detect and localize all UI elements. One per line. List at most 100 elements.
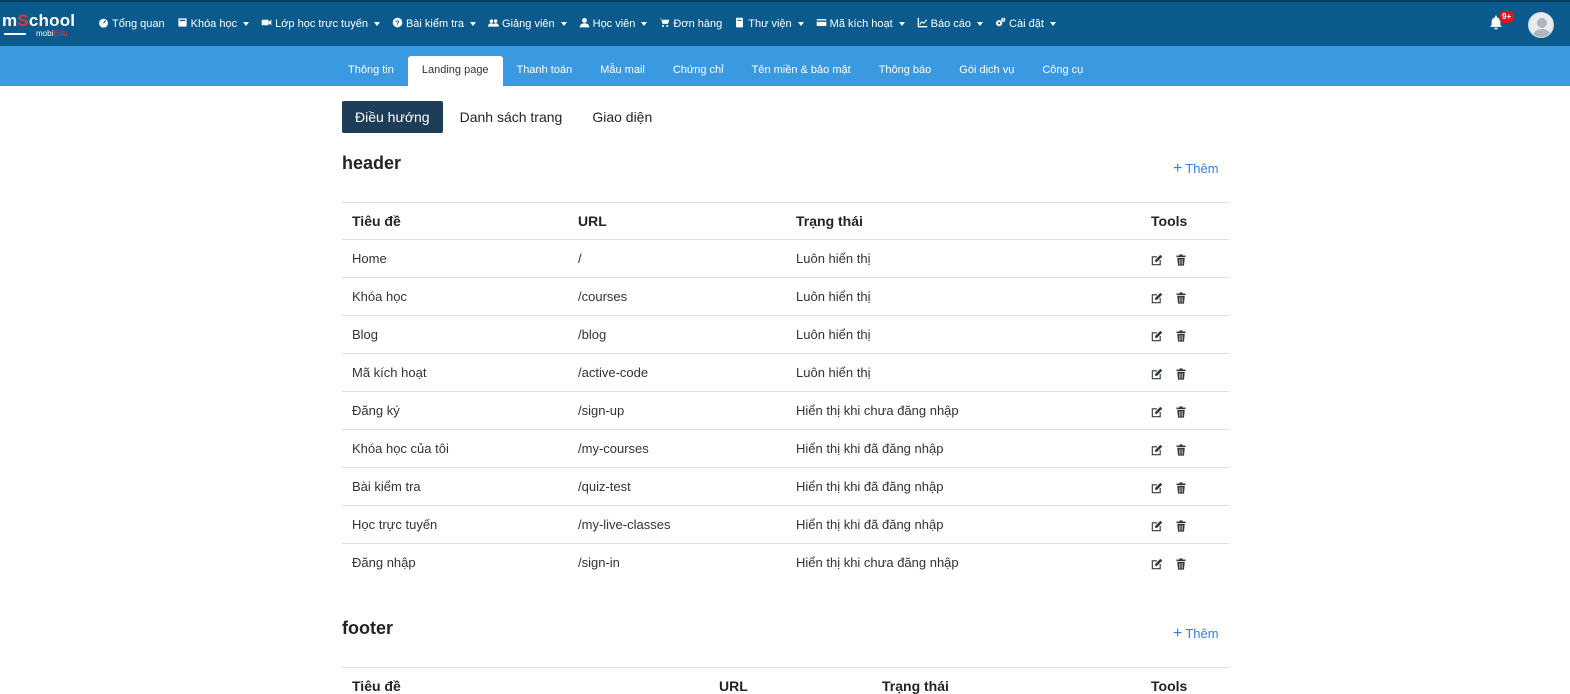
cell-tools: [1141, 277, 1230, 316]
edit-icon[interactable]: [1151, 482, 1163, 494]
nav-item-label: Báo cáo: [930, 18, 972, 30]
caret-down-icon: [977, 22, 984, 26]
settings-tab-2[interactable]: Thanh toán: [503, 56, 587, 86]
nav-item-label: Học viên: [592, 18, 636, 30]
edit-icon[interactable]: [1151, 444, 1163, 456]
cart-icon: [659, 17, 673, 31]
cell-tools: [1141, 353, 1230, 392]
cell-tools: [1141, 467, 1230, 506]
edit-icon[interactable]: [1151, 330, 1163, 342]
trash-icon[interactable]: [1175, 519, 1187, 532]
header-menu-table: Tiêu đề URL Trạng thái Tools Home / Luôn h…: [342, 202, 1230, 582]
edit-icon[interactable]: [1151, 520, 1163, 532]
trash-icon[interactable]: [1175, 558, 1187, 570]
settings-tab-3[interactable]: Mẫu mail: [586, 56, 659, 86]
cell-status: Luôn hiển thị: [786, 353, 1141, 392]
landing-subtabs: Điều hướng Danh sách trang Giao diện: [342, 101, 669, 133]
trash-icon[interactable]: [1175, 405, 1187, 418]
table-row: Đăng ký/sign-up Hiển thị khi chưa đăng nh…: [342, 391, 1230, 430]
footer-section-title: footer: [342, 618, 393, 638]
cell-tools: [1141, 429, 1230, 468]
cell-tools: [1141, 544, 1230, 582]
settings-tab-1[interactable]: Landing page: [407, 56, 503, 86]
trash-icon[interactable]: [1175, 443, 1187, 456]
cell-url: /courses: [568, 277, 786, 316]
cell-status: Hiển thị khi đã đăng nhập: [786, 467, 1141, 506]
nav-item-label: Tổng quan: [112, 18, 165, 30]
trash-icon[interactable]: [1175, 367, 1187, 380]
col-status: Trạng thái: [872, 667, 1141, 694]
settings-tab-4[interactable]: Chứng chỉ: [659, 56, 738, 86]
landing-subtab-0[interactable]: Điều hướng: [342, 101, 443, 133]
nav-item-2[interactable]: Lớp học trực tuyến: [261, 17, 380, 31]
main-menu: Tổng quan Khóa học Lớp học trực tuyến? Bài …: [98, 2, 1068, 46]
nav-item-5[interactable]: Học viên: [579, 17, 648, 31]
col-title: Tiêu đề: [342, 202, 568, 240]
nav-item-label: Cài đặt: [1009, 18, 1044, 30]
edit-icon[interactable]: [1151, 558, 1163, 570]
cell-title: Home: [342, 239, 568, 278]
question-circle-icon: ?: [392, 17, 406, 31]
cell-url: /my-courses: [568, 429, 786, 468]
cell-title: Đăng ký: [342, 391, 568, 430]
settings-tab-5[interactable]: Tên miền & bảo mật: [738, 56, 865, 86]
cell-url: /quiz-test: [568, 467, 786, 506]
nav-item-0[interactable]: Tổng quan: [98, 17, 165, 31]
cell-title: Blog: [342, 315, 568, 354]
trash-icon[interactable]: [1175, 481, 1187, 494]
svg-text:?: ?: [395, 20, 399, 27]
settings-tab-7[interactable]: Gói dịch vụ: [945, 56, 1028, 86]
landing-subtab-2[interactable]: Giao diện: [579, 101, 665, 133]
nav-item-label: Thư viện: [748, 18, 792, 30]
landing-subtab-1[interactable]: Danh sách trang: [447, 101, 576, 133]
table-header-row: Tiêu đề URL Trạng thái Tools: [342, 202, 1230, 240]
nav-item-8[interactable]: Mã kích hoạt: [816, 17, 905, 31]
settings-tabbar: Thông tin Landing page Thanh toán Mẫu mail C…: [0, 46, 1570, 86]
nav-item-6[interactable]: Đơn hàng: [659, 17, 722, 31]
settings-tab-6[interactable]: Thông báo: [865, 56, 946, 86]
settings-tab-8[interactable]: Công cụ: [1028, 56, 1097, 86]
brand-logo[interactable]: mSchool mobiEdu: [2, 11, 84, 41]
caret-down-icon: [1049, 22, 1056, 26]
trash-icon[interactable]: [1175, 253, 1187, 266]
nav-item-4[interactable]: Giảng viên: [488, 17, 567, 31]
user-icon: [579, 17, 593, 31]
cell-url: /blog: [568, 315, 786, 354]
user-avatar[interactable]: [1528, 12, 1554, 38]
video-icon: [261, 17, 275, 31]
settings-tab-0[interactable]: Thông tin: [334, 56, 408, 86]
edit-icon[interactable]: [1151, 254, 1163, 266]
table-header-row: Tiêu đề URL Trạng thái Tools: [342, 667, 1230, 694]
edit-icon[interactable]: [1151, 368, 1163, 380]
nav-item-label: Giảng viên: [502, 18, 555, 30]
cell-title: Khóa học của tôi: [342, 429, 568, 468]
col-title: Tiêu đề: [342, 667, 709, 694]
trash-icon[interactable]: [1175, 329, 1187, 342]
footer-add-button[interactable]: + Thêm: [1173, 626, 1219, 642]
nav-item-label: Lớp học trực tuyến: [275, 18, 368, 30]
nav-item-label: Bài kiểm tra: [405, 18, 465, 30]
caret-down-icon: [373, 22, 380, 26]
edit-icon[interactable]: [1151, 406, 1163, 418]
nav-item-7[interactable]: Thư viện: [734, 17, 804, 31]
library-icon: [734, 17, 748, 31]
logo-wordmark: mSchool: [2, 11, 76, 30]
col-url: URL: [568, 202, 786, 240]
cell-status: Hiển thị khi đã đăng nhập: [786, 429, 1141, 468]
nav-item-1[interactable]: Khóa học: [177, 17, 250, 31]
header-add-button[interactable]: + Thêm: [1173, 161, 1219, 177]
nav-item-9[interactable]: Báo cáo: [917, 17, 984, 31]
cell-title: Đăng nhập: [352, 555, 416, 571]
nav-item-3[interactable]: ? Bài kiểm tra: [392, 17, 477, 31]
caret-down-icon: [797, 22, 804, 26]
nav-item-10[interactable]: Cài đặt: [995, 17, 1056, 31]
add-label: Thêm: [1185, 626, 1219, 641]
col-tools: Tools: [1141, 667, 1230, 694]
caret-down-icon: [560, 22, 567, 26]
edit-icon[interactable]: [1151, 292, 1163, 304]
footer-menu-table: Tiêu đề URL Trạng thái Tools: [342, 667, 1230, 694]
gears-icon: [995, 17, 1009, 31]
table-row: Blog/blog Luôn hiển thị: [342, 315, 1230, 354]
cell-tools: [1141, 391, 1230, 430]
trash-icon[interactable]: [1175, 291, 1187, 304]
